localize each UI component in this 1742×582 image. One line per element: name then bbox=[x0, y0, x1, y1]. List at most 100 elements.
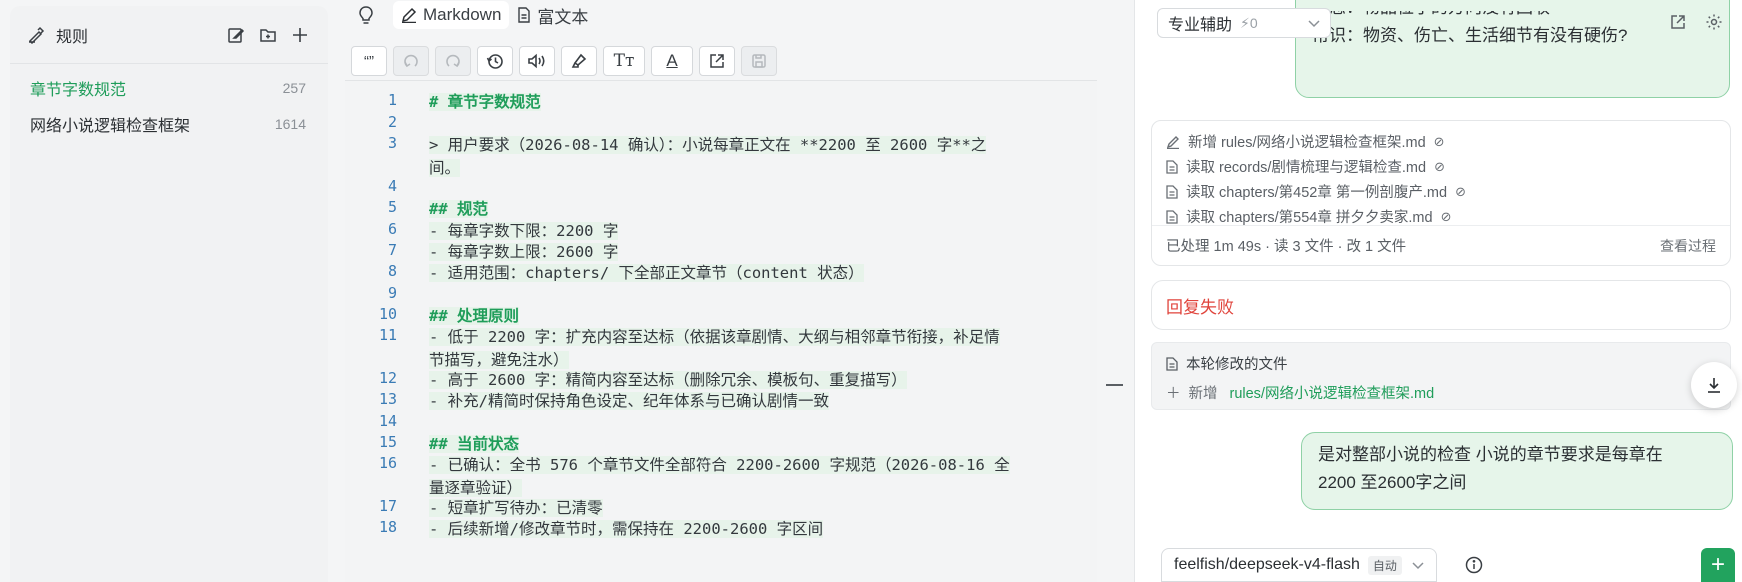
tool-row: 新增 rules/网络小说逻辑检查框架.md ⊘ bbox=[1152, 129, 1730, 154]
rules-sidebar: 规则 章节字数规范 257 网络小说逻辑检查框架 1614 bbox=[10, 6, 328, 582]
message-cut-line: 状态：物品位于的方向没有回收 bbox=[1312, 0, 1550, 17]
chevron-down-icon bbox=[1308, 15, 1320, 32]
tool-row-text: 读取 chapters/第554章 拼夕夕卖家.md bbox=[1186, 210, 1433, 226]
line-number: 14 bbox=[378, 412, 397, 430]
list-item-text: - 每章字数上限：2600 字 bbox=[429, 243, 619, 261]
assist-mode-select[interactable]: 专业辅助 ⚡0 bbox=[1157, 8, 1331, 38]
tool-activity-card: 新增 rules/网络小说逻辑检查框架.md ⊘ 读取 records/剧情梳理… bbox=[1151, 120, 1731, 266]
plus-icon: ＋ bbox=[1166, 386, 1181, 402]
file-path-link[interactable]: rules/网络小说逻辑检查框架.md bbox=[1230, 382, 1435, 403]
editor-pane: Markdown 富文本 “” Tт A 1 # 章节字数规范 2 3 > 用户… bbox=[345, 0, 1123, 582]
heading-1: # 章节字数规范 bbox=[429, 93, 541, 111]
history-button[interactable] bbox=[477, 46, 513, 76]
list-item-text: - 短章扩写待办：已清零 bbox=[429, 499, 603, 517]
line-number: 5 bbox=[387, 198, 397, 216]
font-color-button[interactable]: A bbox=[651, 46, 693, 76]
plus-icon: + bbox=[1710, 551, 1725, 578]
message-text: 2200 至2600字之间 bbox=[1318, 473, 1467, 492]
new-file-icon[interactable] bbox=[226, 25, 246, 45]
line-number: 17 bbox=[378, 497, 397, 515]
export-button[interactable] bbox=[699, 46, 735, 76]
sidebar-title: 规则 bbox=[56, 28, 89, 46]
check-circle-icon: ⊘ bbox=[1433, 133, 1445, 149]
text-size-button[interactable]: Tт bbox=[603, 46, 645, 76]
file-icon bbox=[1166, 159, 1178, 174]
check-circle-icon: ⊘ bbox=[1455, 183, 1466, 199]
edit-icon bbox=[1166, 135, 1179, 149]
line-number: 10 bbox=[378, 305, 397, 323]
assistant-panel: 状态：物品位于的方向没有回收 常识：物资、伤亡、生活细节有没有硬伤? 专业辅助 … bbox=[1134, 0, 1742, 582]
line-number: 15 bbox=[378, 433, 397, 451]
gear-icon[interactable] bbox=[1704, 12, 1724, 32]
line-number: 7 bbox=[387, 241, 397, 259]
tool-row: 读取 records/剧情梳理与逻辑检查.md ⊘ bbox=[1152, 154, 1730, 179]
external-link-icon[interactable] bbox=[1668, 12, 1688, 32]
file-icon bbox=[1166, 356, 1178, 371]
read-aloud-button[interactable] bbox=[519, 46, 555, 76]
list-item-text: - 高于 2600 字：精简内容至达标（删除冗余、模板句、重复描写） bbox=[429, 371, 907, 389]
line-number: 1 bbox=[387, 91, 397, 109]
info-icon[interactable] bbox=[1465, 556, 1483, 578]
modified-file-row[interactable]: ＋ 新增 rules/网络小说逻辑检查框架.md bbox=[1166, 382, 1716, 403]
new-folder-icon[interactable] bbox=[258, 25, 278, 45]
quote-icon: “” bbox=[364, 52, 374, 70]
message-text: 常识：物资、伤亡、生活细节有没有硬伤? bbox=[1312, 26, 1628, 45]
save-icon bbox=[752, 54, 766, 68]
line-number: 8 bbox=[387, 262, 397, 280]
tab-richtext-label: 富文本 bbox=[537, 7, 589, 27]
line-number: 2 bbox=[387, 113, 397, 131]
rules-icon bbox=[26, 25, 46, 45]
font-color-icon: A bbox=[666, 51, 678, 70]
redo-button[interactable] bbox=[435, 46, 471, 76]
tool-row-text: 读取 chapters/第452章 第一例剖腹产.md bbox=[1186, 185, 1448, 201]
highlighter-button[interactable] bbox=[561, 46, 597, 76]
view-process-link[interactable]: 查看过程 bbox=[1660, 236, 1716, 256]
undo-icon bbox=[404, 54, 418, 68]
check-circle-icon: ⊘ bbox=[1440, 208, 1452, 224]
external-link-icon bbox=[710, 54, 724, 68]
line-number: 3 bbox=[387, 134, 397, 152]
line-number: 6 bbox=[387, 220, 397, 238]
list-item-text: - 每章字数下限：2200 字 bbox=[429, 222, 619, 240]
quote-button[interactable]: “” bbox=[351, 46, 387, 76]
scrollbar-thumb[interactable] bbox=[1106, 384, 1123, 386]
error-message: 回复失败 bbox=[1151, 280, 1731, 330]
model-name: feelfish/deepseek-v4-flash bbox=[1174, 556, 1360, 573]
rule-item-count: 257 bbox=[282, 80, 306, 96]
editor-toolbar: “” Tт A bbox=[351, 46, 777, 76]
error-text: 回复失败 bbox=[1166, 297, 1234, 317]
highlighter-icon bbox=[571, 53, 587, 68]
scroll-to-bottom-button[interactable] bbox=[1691, 362, 1737, 408]
sidebar-header: 规则 bbox=[10, 6, 328, 64]
download-icon bbox=[1708, 378, 1720, 393]
pen-icon bbox=[401, 7, 417, 23]
undo-button[interactable] bbox=[393, 46, 429, 76]
line-number: 12 bbox=[378, 369, 397, 387]
tab-markdown[interactable]: Markdown bbox=[393, 1, 510, 29]
line-number: 9 bbox=[387, 284, 397, 302]
modified-files-card: 本轮修改的文件 ＋ 新增 rules/网络小说逻辑检查框架.md bbox=[1151, 342, 1731, 410]
markdown-editor[interactable]: 1 # 章节字数规范 2 3 > 用户要求（2026-08-14 确认）：小说每… bbox=[345, 80, 1097, 582]
lightbulb-icon[interactable] bbox=[349, 1, 383, 29]
blockquote-text: > 用户要求（2026-08-14 确认）：小说每章正文在 **2200 至 2… bbox=[429, 136, 987, 154]
tab-richtext[interactable]: 富文本 bbox=[509, 1, 596, 29]
list-item-text: - 适用范围：chapters/ 下全部正文章节（content 状态） bbox=[429, 264, 864, 282]
heading-2: ## 处理原则 bbox=[429, 307, 519, 325]
speaker-icon bbox=[528, 53, 545, 69]
rule-item[interactable]: 网络小说逻辑检查框架 1614 bbox=[10, 106, 328, 142]
rule-list: 章节字数规范 257 网络小说逻辑检查框架 1614 bbox=[10, 64, 328, 142]
user-message-bubble: 是对整部小说的检查 小说的章节要求是每章在 2200 至2600字之间 bbox=[1301, 432, 1733, 510]
document-icon bbox=[518, 7, 531, 23]
message-text: 是对整部小说的检查 小说的章节要求是每章在 bbox=[1318, 445, 1663, 464]
redo-icon bbox=[446, 54, 460, 68]
model-select[interactable]: feelfish/deepseek-v4-flash 自动 bbox=[1161, 548, 1437, 582]
heading-2: ## 规范 bbox=[429, 200, 488, 218]
file-icon bbox=[1166, 184, 1178, 199]
list-item-text: - 补充/精简时保持角色设定、纪年体系与已确认剧情一致 bbox=[429, 392, 829, 410]
new-chat-button[interactable]: + bbox=[1701, 548, 1735, 582]
add-icon[interactable] bbox=[290, 25, 310, 45]
rule-item[interactable]: 章节字数规范 257 bbox=[10, 70, 328, 106]
editor-mode-tabs: Markdown 富文本 bbox=[345, 0, 596, 30]
save-button[interactable] bbox=[741, 46, 777, 76]
tool-row: 读取 chapters/第452章 第一例剖腹产.md ⊘ bbox=[1152, 179, 1730, 204]
